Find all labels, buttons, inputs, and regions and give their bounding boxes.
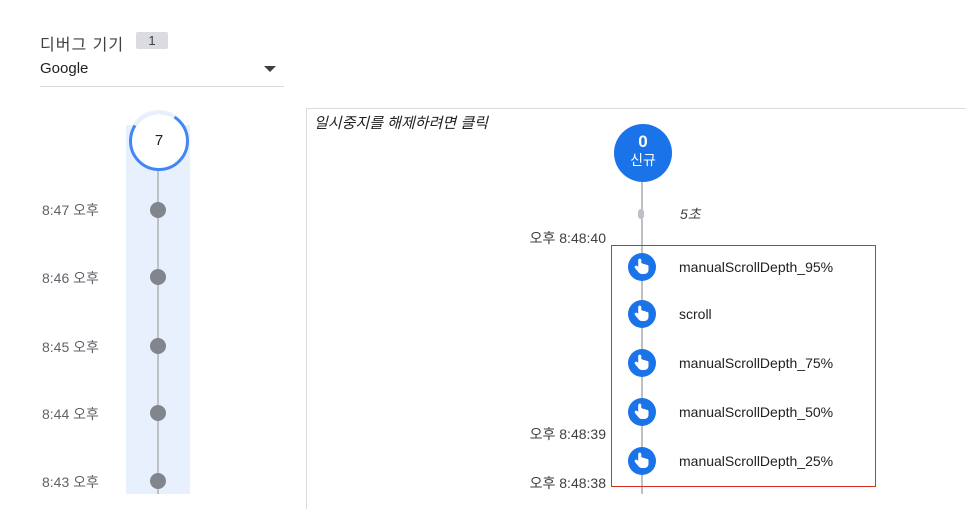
minute-dot[interactable] [150, 269, 166, 285]
minute-dot[interactable] [150, 202, 166, 218]
event-timestamp: 오후 8:48:39 [529, 426, 606, 442]
minute-label: 8:44 오후 [42, 406, 99, 422]
session-count: 0 [638, 132, 648, 151]
touch-icon[interactable] [628, 447, 656, 475]
time-gap-label: 5초 [680, 206, 701, 222]
event-name[interactable]: manualScrollDepth_50% [679, 404, 833, 420]
minute-dot[interactable] [150, 405, 166, 421]
event-name[interactable]: manualScrollDepth_95% [679, 259, 833, 275]
event-name[interactable]: manualScrollDepth_25% [679, 453, 833, 469]
event-timestamp: 오후 8:48:40 [529, 230, 606, 246]
touch-icon[interactable] [628, 398, 656, 426]
device-select[interactable]: Google [40, 58, 284, 87]
time-gap-marker [638, 209, 644, 219]
minute-total-ring[interactable]: 7 [122, 104, 196, 178]
device-count-badge: 1 [136, 32, 168, 49]
touch-icon[interactable] [628, 300, 656, 328]
touch-icon[interactable] [628, 253, 656, 281]
minute-label: 8:45 오후 [42, 339, 99, 355]
session-label: 신규 [630, 152, 656, 168]
new-session-circle[interactable]: 0 신규 [614, 124, 672, 182]
debug-device-title: 디버그 기기 [40, 37, 125, 54]
minute-label: 8:46 오후 [42, 270, 99, 286]
event-timestamp: 오후 8:48:38 [529, 475, 606, 491]
minute-label: 8:43 오후 [42, 474, 99, 490]
touch-icon[interactable] [628, 349, 656, 377]
event-name[interactable]: manualScrollDepth_75% [679, 355, 833, 371]
minute-label: 8:47 오후 [42, 202, 99, 218]
pause-hint[interactable]: 일시중지를 해제하려면 클릭 [314, 112, 488, 133]
minute-dot[interactable] [150, 338, 166, 354]
event-name[interactable]: scroll [679, 306, 712, 322]
minute-dot[interactable] [150, 473, 166, 489]
device-select-value: Google [40, 60, 89, 77]
dropdown-caret-icon [264, 66, 276, 72]
minute-total-count: 7 [154, 132, 164, 149]
